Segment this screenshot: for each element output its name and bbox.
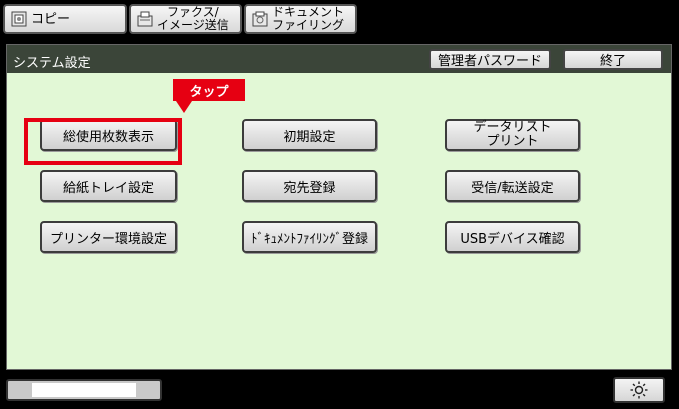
tab-doc-label-2: ファイリング <box>272 18 345 32</box>
system-settings-panel: システム設定 管理者パスワード 終了 総使用枚数表示 給紙トレイ設定 プリンター… <box>6 44 672 370</box>
data-list-print-button[interactable]: データリスト プリント <box>445 119 580 151</box>
admin-password-button[interactable]: 管理者パスワード <box>429 49 551 70</box>
printer-env-settings-button[interactable]: プリンター環境設定 <box>40 221 177 253</box>
tab-fax-image-send[interactable]: ファクス/ イメージ送信 <box>129 4 242 34</box>
usb-device-check-button[interactable]: USBデバイス確認 <box>445 221 580 253</box>
tab-copy[interactable]: コピー <box>3 4 127 34</box>
document-filing-registration-button[interactable]: ﾄﾞｷｭﾒﾝﾄﾌｧｲﾘﾝｸﾞ登録 <box>242 221 377 253</box>
rx-forward-settings-button[interactable]: 受信/転送設定 <box>445 170 580 202</box>
paper-tray-settings-button[interactable]: 給紙トレイ設定 <box>40 170 177 202</box>
page-title: システム設定 <box>13 56 91 71</box>
tab-document-filing[interactable]: ドキュメント ファイリング <box>244 4 357 34</box>
document-filing-icon <box>252 11 268 27</box>
tap-highlight-box <box>24 118 182 165</box>
tap-pointer <box>176 101 192 113</box>
exit-button[interactable]: 終了 <box>563 49 663 70</box>
brightness-button[interactable] <box>613 377 665 403</box>
screen: コピー ファクス/ イメージ送信 ドキュメント ファイリング システム設定 管理… <box>0 0 679 409</box>
copy-icon <box>11 11 27 27</box>
tap-label: タップ <box>173 79 245 101</box>
status-bar-fill <box>32 383 136 397</box>
panel-header: システム設定 管理者パスワード 終了 <box>7 45 671 73</box>
brightness-icon <box>630 381 648 399</box>
tab-copy-label: コピー <box>31 11 71 27</box>
status-bar <box>6 379 162 401</box>
fax-icon <box>137 11 153 27</box>
address-registration-button[interactable]: 宛先登録 <box>242 170 377 202</box>
tab-fax-label-2: イメージ送信 <box>157 18 229 32</box>
initial-settings-button[interactable]: 初期設定 <box>242 119 377 151</box>
